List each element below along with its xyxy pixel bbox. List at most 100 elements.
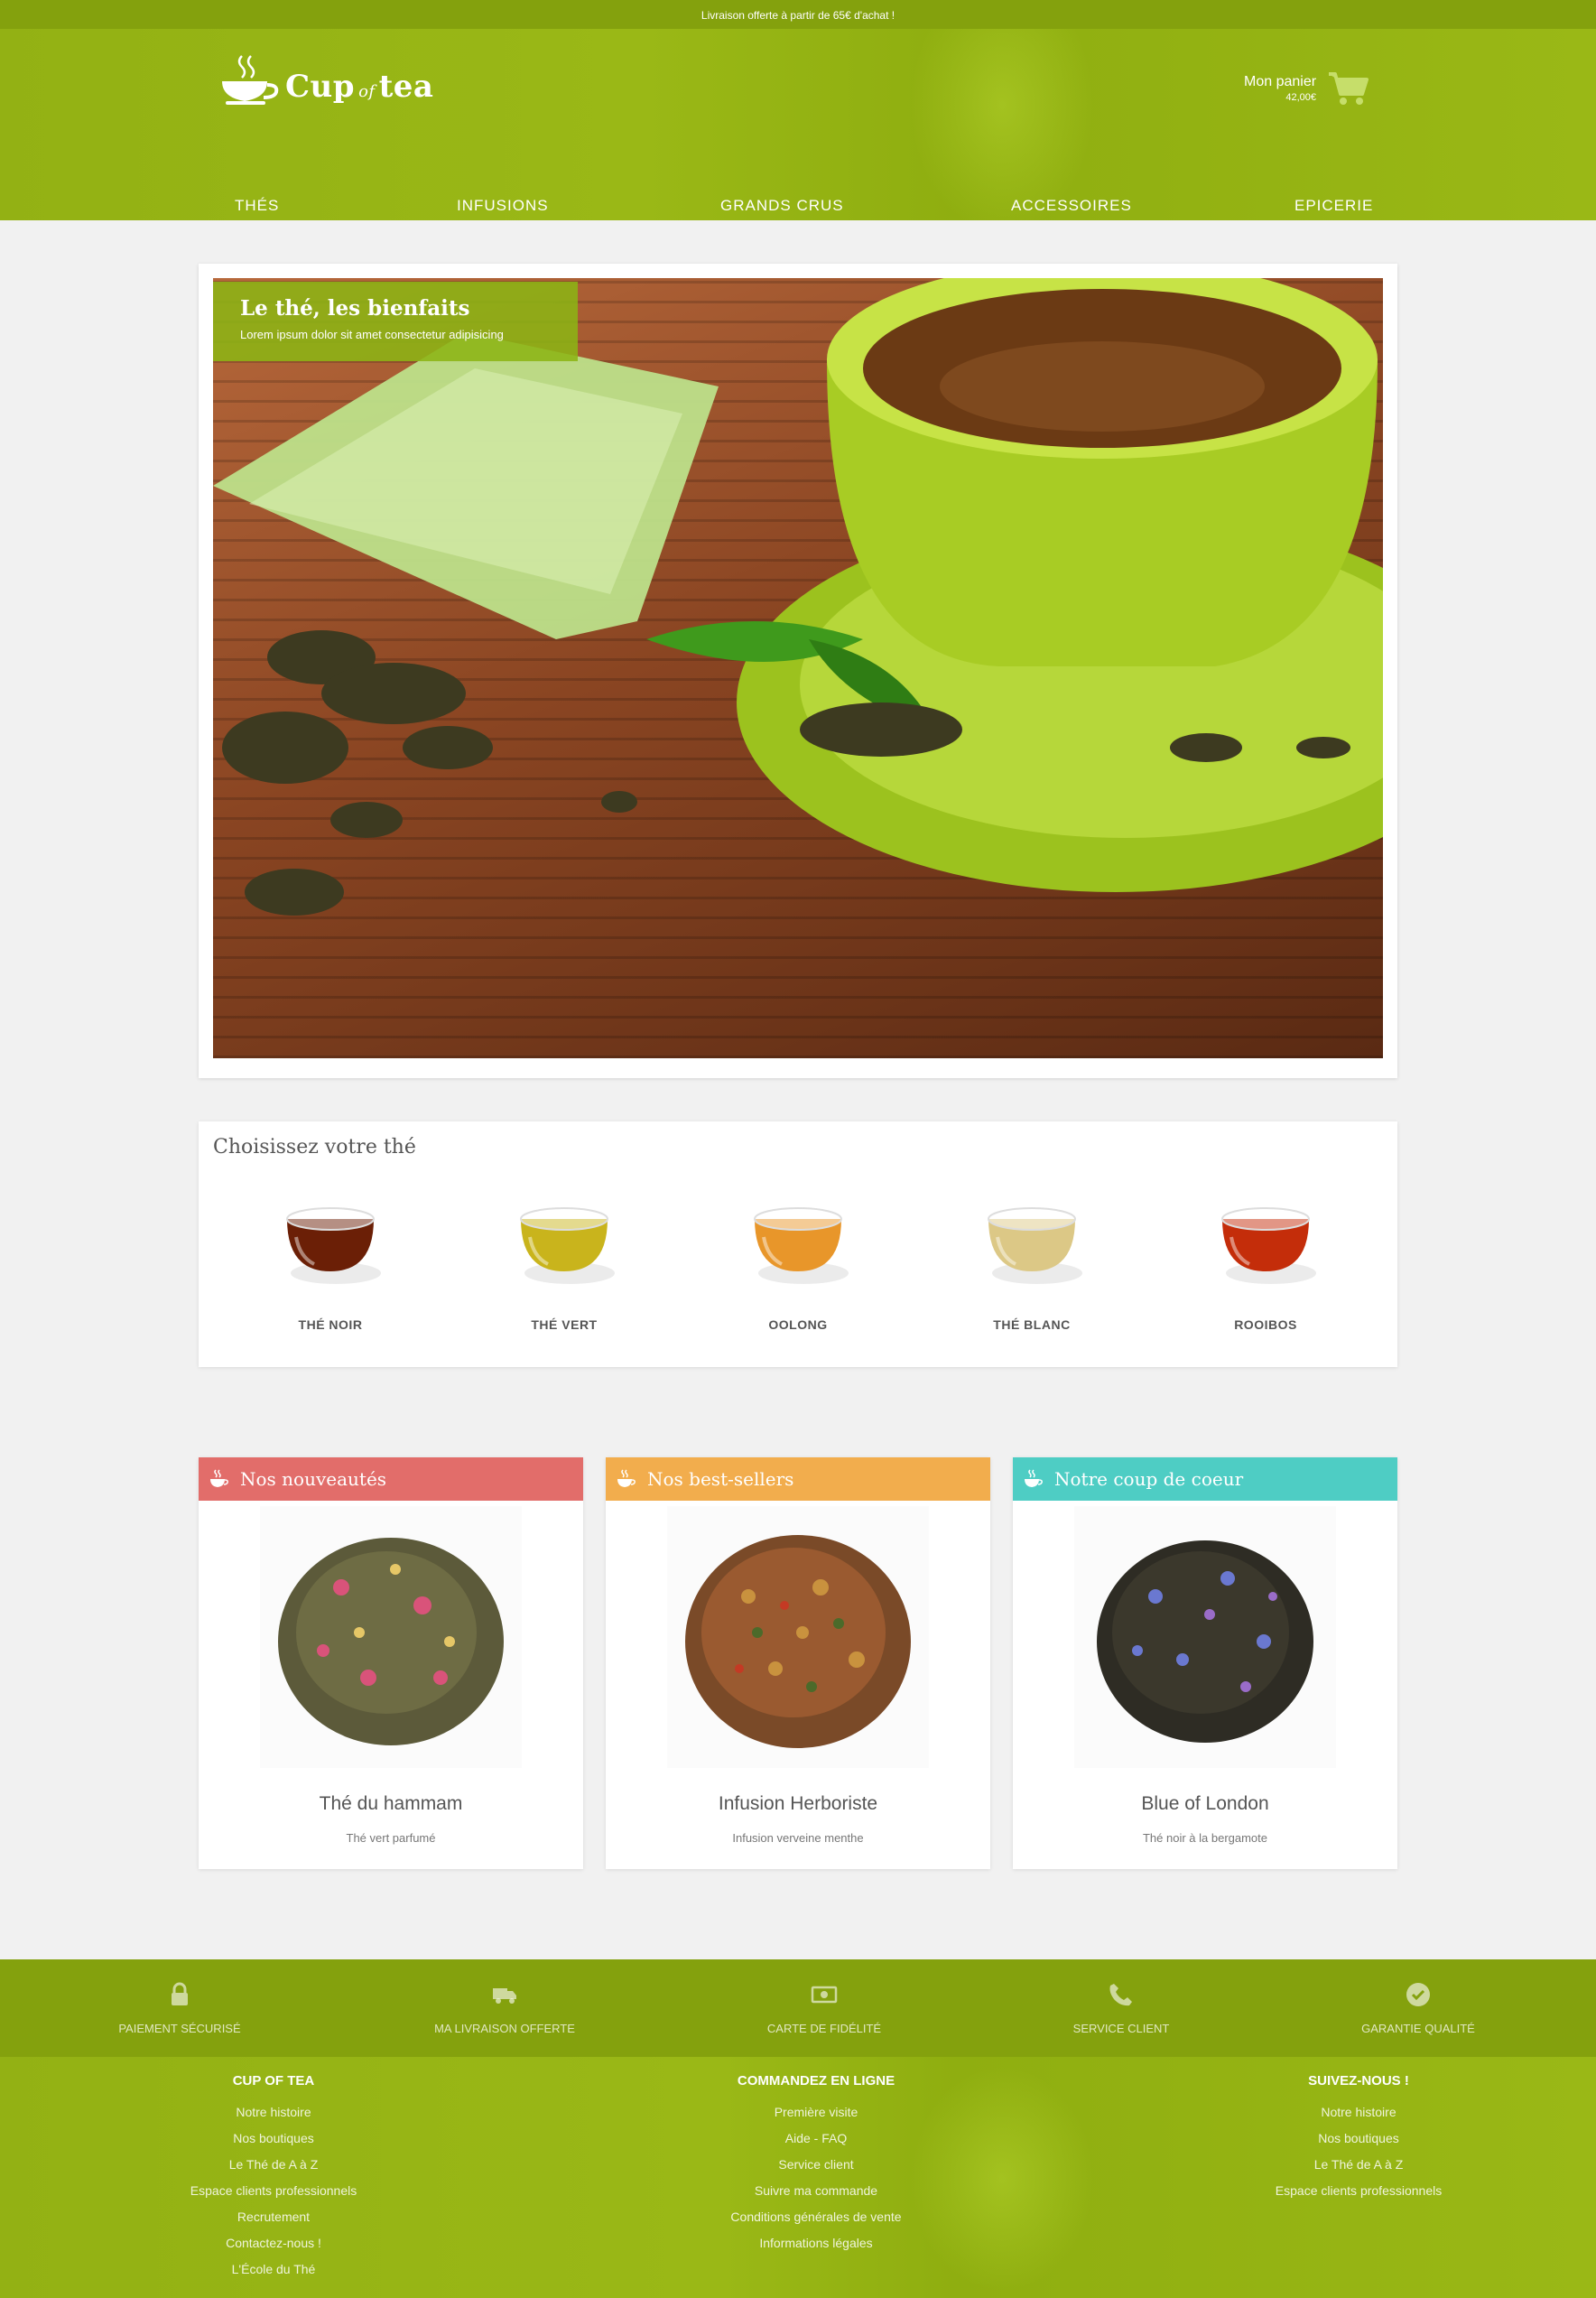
product-card-best-sellers[interactable]: Nos best-sellers Infusion Herboriste Inf… bbox=[606, 1457, 990, 1869]
assurance-label: PAIEMENT SÉCURISÉ bbox=[118, 2022, 241, 2035]
tea-glass-icon bbox=[754, 1207, 849, 1284]
footer-col-suivez-nous: SUIVEZ-NOUS ! Notre histoire Nos boutiqu… bbox=[1178, 2073, 1539, 2204]
product-description: Thé noir à la bergamote bbox=[1142, 1831, 1268, 1845]
footer-link[interactable]: Le Thé de A à Z bbox=[93, 2152, 454, 2178]
nav-item-thes[interactable]: THÉS bbox=[235, 197, 279, 215]
free-shipping-banner: Livraison offerte à partir de 65€ d'acha… bbox=[0, 0, 1596, 29]
footer-link[interactable]: Notre histoire bbox=[93, 2099, 454, 2126]
loose-infusion-pile-image bbox=[685, 1535, 911, 1748]
cart-button[interactable]: Mon panier 42,00€ bbox=[1244, 70, 1369, 107]
tea-type-the-noir[interactable]: THÉ NOIR bbox=[249, 1183, 412, 1332]
choose-tea-title: Choisissez votre thé bbox=[213, 1136, 416, 1158]
assurance-carte-fidelite[interactable]: CARTE DE FIDÉLITÉ bbox=[707, 1981, 942, 2035]
footer-link[interactable]: Aide - FAQ bbox=[636, 2126, 997, 2152]
footer-link[interactable]: Service client bbox=[636, 2152, 997, 2178]
footer-heading: CUP OF TEA bbox=[232, 2073, 315, 2089]
tea-glass-icon bbox=[286, 1207, 381, 1284]
footer-link[interactable]: Première visite bbox=[636, 2099, 997, 2126]
hero-banner[interactable]: Le thé, les bienfaits Lorem ipsum dolor … bbox=[199, 264, 1397, 1078]
tea-glass-icon bbox=[520, 1207, 615, 1284]
footer-link[interactable]: Espace clients professionnels bbox=[93, 2178, 454, 2204]
site-footer: CUP OF TEA Notre histoire Nos boutiques … bbox=[0, 2057, 1596, 2298]
product-card-heading: Nos best-sellers bbox=[647, 1468, 794, 1490]
phone-icon bbox=[1109, 1984, 1132, 2006]
assurance-bar: PAIEMENT SÉCURISÉ MA LIVRAISON OFFERTE C… bbox=[0, 1959, 1596, 2057]
footer-link[interactable]: Espace clients professionnels bbox=[1178, 2178, 1539, 2204]
choose-tea-section: Choisissez votre thé THÉ NOIR THÉ VERT O… bbox=[199, 1121, 1397, 1367]
tea-type-label: OOLONG bbox=[768, 1317, 828, 1332]
footer-link[interactable]: Le Thé de A à Z bbox=[1178, 2152, 1539, 2178]
footer-link[interactable]: Nos boutiques bbox=[1178, 2126, 1539, 2152]
assurance-service-client[interactable]: SERVICE CLIENT bbox=[1004, 1981, 1239, 2035]
hero-image bbox=[213, 278, 1383, 1058]
product-card-header: Nos best-sellers bbox=[606, 1457, 990, 1501]
cart-info: Mon panier 42,00€ bbox=[1244, 74, 1316, 103]
hero-title: Le thé, les bienfaits bbox=[240, 296, 470, 321]
loose-tea-pile-image bbox=[278, 1538, 504, 1745]
assurance-paiement-securise[interactable]: PAIEMENT SÉCURISÉ bbox=[62, 1981, 297, 2035]
assurance-livraison-offerte[interactable]: MA LIVRAISON OFFERTE bbox=[387, 1981, 622, 2035]
site-header: Cup of tea Mon panier 42,00€ THÉS INFUSION… bbox=[0, 29, 1596, 220]
footer-link[interactable]: Conditions générales de vente bbox=[636, 2204, 997, 2230]
cart-label: Mon panier bbox=[1244, 74, 1317, 89]
footer-link[interactable]: Nos boutiques bbox=[93, 2126, 454, 2152]
assurance-label: SERVICE CLIENT bbox=[1072, 2022, 1170, 2035]
nav-item-epicerie[interactable]: EPICERIE bbox=[1294, 197, 1373, 215]
site-logo[interactable]: Cup of tea bbox=[220, 52, 433, 107]
tea-type-label: THÉ BLANC bbox=[993, 1317, 1071, 1332]
tea-type-label: ROOIBOS bbox=[1234, 1317, 1297, 1332]
teacup-icon bbox=[617, 1469, 636, 1487]
footer-col-cup-of-tea: CUP OF TEA Notre histoire Nos boutiques … bbox=[93, 2073, 454, 2283]
green-teacup-illustration bbox=[213, 278, 1383, 916]
product-description: Infusion verveine menthe bbox=[732, 1831, 864, 1845]
tea-type-label: THÉ NOIR bbox=[298, 1317, 363, 1332]
tea-type-the-vert[interactable]: THÉ VERT bbox=[483, 1183, 645, 1332]
tea-type-label: THÉ VERT bbox=[531, 1317, 598, 1332]
footer-link[interactable]: L'École du Thé bbox=[93, 2256, 454, 2283]
product-card-nouveautes[interactable]: Nos nouveautés Thé du hammam Thé vert pa… bbox=[199, 1457, 583, 1869]
product-description: Thé vert parfumé bbox=[346, 1831, 436, 1845]
logo-text: Cup of tea bbox=[285, 69, 434, 105]
footer-link[interactable]: Contactez-nous ! bbox=[93, 2230, 454, 2256]
teacup-icon bbox=[210, 1469, 228, 1487]
footer-heading: SUIVEZ-NOUS ! bbox=[1308, 2073, 1409, 2089]
nav-item-grands-crus[interactable]: GRANDS CRUS bbox=[720, 197, 844, 215]
truck-icon bbox=[493, 1988, 516, 2004]
hero-caption: Le thé, les bienfaits Lorem ipsum dolor … bbox=[213, 282, 578, 361]
tea-type-the-blanc[interactable]: THÉ BLANC bbox=[951, 1183, 1113, 1332]
tea-type-rooibos[interactable]: ROOIBOS bbox=[1184, 1183, 1347, 1332]
product-image bbox=[667, 1506, 929, 1768]
nav-item-infusions[interactable]: INFUSIONS bbox=[457, 197, 549, 215]
product-card-coup-de-coeur[interactable]: Notre coup de coeur Blue of London Thé n… bbox=[1013, 1457, 1397, 1869]
product-card-heading: Nos nouveautés bbox=[240, 1468, 387, 1490]
product-name: Blue of London bbox=[1141, 1793, 1269, 1814]
loose-black-tea-pile-image bbox=[1097, 1540, 1313, 1743]
assurance-label: CARTE DE FIDÉLITÉ bbox=[766, 2022, 882, 2035]
teacup-icon bbox=[1025, 1469, 1043, 1487]
footer-link[interactable]: Suivre ma commande bbox=[636, 2178, 997, 2204]
product-image bbox=[1074, 1506, 1336, 1768]
product-name: Thé du hammam bbox=[319, 1793, 463, 1814]
product-name: Infusion Herboriste bbox=[718, 1793, 878, 1814]
main-nav: THÉS INFUSIONS GRANDS CRUS ACCESSOIRES E… bbox=[0, 164, 1596, 220]
tea-glass-icon bbox=[988, 1207, 1082, 1284]
footer-link[interactable]: Informations légales bbox=[636, 2230, 997, 2256]
check-circle-icon bbox=[1406, 1983, 1430, 2006]
teacup-logo-icon bbox=[222, 55, 279, 105]
product-card-header: Nos nouveautés bbox=[199, 1457, 583, 1501]
tea-type-oolong[interactable]: OOLONG bbox=[717, 1183, 879, 1332]
footer-link[interactable]: Recrutement bbox=[93, 2204, 454, 2230]
tea-glass-icon bbox=[1221, 1207, 1316, 1284]
product-image bbox=[260, 1506, 522, 1768]
shopping-cart-icon bbox=[1329, 72, 1369, 105]
assurance-label: GARANTIE QUALITÉ bbox=[1361, 2022, 1475, 2035]
hero-subtitle: Lorem ipsum dolor sit amet consectetur a… bbox=[240, 328, 504, 341]
cart-total: 42,00€ bbox=[1285, 92, 1317, 103]
assurance-garantie-qualite[interactable]: GARANTIE QUALITÉ bbox=[1301, 1981, 1536, 2035]
product-card-header: Notre coup de coeur bbox=[1013, 1457, 1397, 1501]
money-icon bbox=[811, 1986, 838, 2004]
lock-icon bbox=[172, 1982, 188, 2005]
footer-heading: COMMANDEZ EN LIGNE bbox=[737, 2073, 895, 2089]
footer-link[interactable]: Notre histoire bbox=[1178, 2099, 1539, 2126]
nav-item-accessoires[interactable]: ACCESSOIRES bbox=[1011, 197, 1132, 215]
